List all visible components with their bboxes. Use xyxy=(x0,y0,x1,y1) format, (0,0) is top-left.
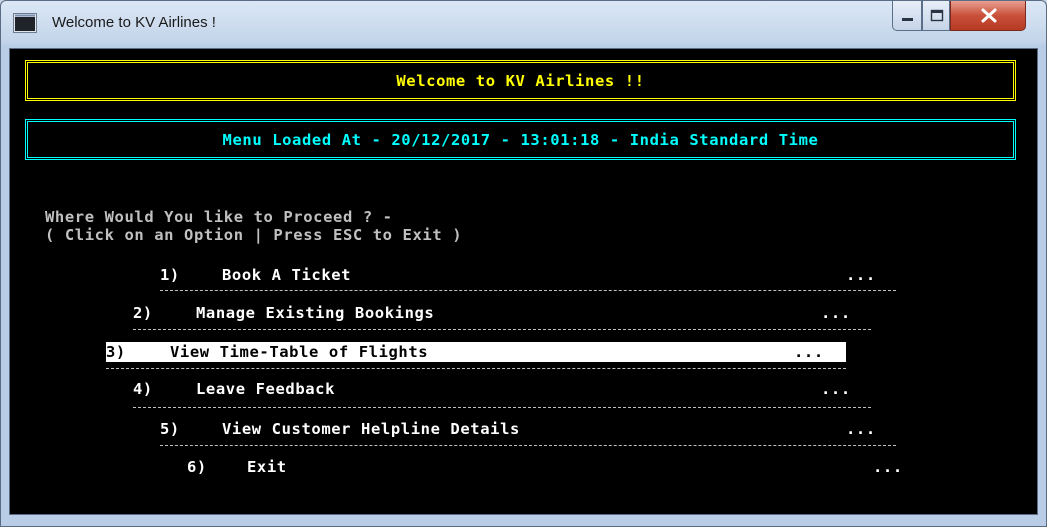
menu-separator xyxy=(106,368,846,369)
menu-item-number: 1) xyxy=(160,266,180,284)
menu-item-label: Manage Existing Bookings xyxy=(196,304,435,322)
maximize-icon xyxy=(930,9,944,22)
menu-item-ellipsis: ... xyxy=(873,458,903,476)
close-icon xyxy=(981,8,997,23)
welcome-banner-text: Welcome to KV Airlines !! xyxy=(396,71,645,90)
menu-item-label: View Customer Helpline Details xyxy=(222,420,520,438)
menu-item-number: 2) xyxy=(133,304,153,322)
menu-item-manage-bookings[interactable]: 2) Manage Existing Bookings ... xyxy=(133,303,863,323)
title-bar[interactable]: Welcome to KV Airlines ! xyxy=(1,1,1046,47)
menu-item-label: View Time-Table of Flights xyxy=(170,343,429,361)
time-banner-text: Menu Loaded At - 20/12/2017 - 13:01:18 -… xyxy=(222,130,819,149)
menu-separator xyxy=(133,407,871,408)
minimize-button[interactable] xyxy=(892,1,922,31)
close-button[interactable] xyxy=(950,1,1026,31)
window-title: Welcome to KV Airlines ! xyxy=(52,14,216,31)
console-app-icon[interactable] xyxy=(13,13,37,33)
time-banner: Menu Loaded At - 20/12/2017 - 13:01:18 -… xyxy=(25,119,1016,160)
menu-item-ellipsis: ... xyxy=(846,420,876,438)
menu-item-ellipsis: ... xyxy=(794,343,824,361)
menu-item-number: 6) xyxy=(187,458,207,476)
menu-item-timetable[interactable]: 3) View Time-Table of Flights ... xyxy=(106,342,846,362)
menu-item-ellipsis: ... xyxy=(846,266,876,284)
console-window: Welcome to KV Airlines ! Welcome to KV A… xyxy=(0,0,1047,527)
menu-item-helpline[interactable]: 5) View Customer Helpline Details ... xyxy=(160,419,880,439)
menu-item-label: Leave Feedback xyxy=(196,380,336,398)
maximize-button[interactable] xyxy=(922,1,950,31)
prompt-instructions: ( Click on an Option | Press ESC to Exit… xyxy=(45,226,463,244)
menu-item-number: 3) xyxy=(106,343,126,361)
menu-item-label: Exit xyxy=(247,458,287,476)
welcome-banner: Welcome to KV Airlines !! xyxy=(25,60,1016,101)
menu-item-label: Book A Ticket xyxy=(222,266,352,284)
prompt-question: Where Would You like to Proceed ? - xyxy=(45,208,393,226)
minimize-icon xyxy=(902,18,913,21)
menu-item-ellipsis: ... xyxy=(821,304,851,322)
console-area[interactable]: Welcome to KV Airlines !! Menu Loaded At… xyxy=(9,48,1038,515)
menu-item-exit[interactable]: 6) Exit ... xyxy=(187,457,917,477)
menu-item-book-ticket[interactable]: 1) Book A Ticket ... xyxy=(160,265,880,285)
menu-separator xyxy=(133,329,871,330)
menu-item-number: 4) xyxy=(133,380,153,398)
menu-item-number: 5) xyxy=(160,420,180,438)
menu-separator xyxy=(160,290,896,291)
menu-separator xyxy=(160,445,896,446)
menu-item-leave-feedback[interactable]: 4) Leave Feedback ... xyxy=(133,379,863,399)
menu-item-ellipsis: ... xyxy=(821,380,851,398)
window-controls xyxy=(892,1,1026,33)
